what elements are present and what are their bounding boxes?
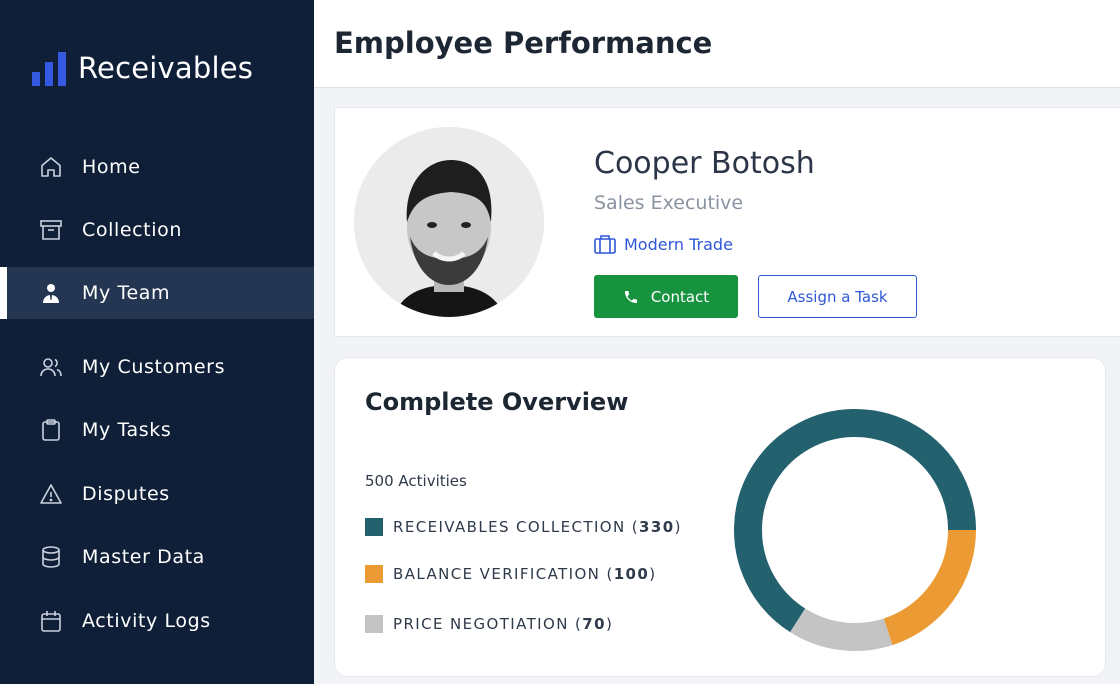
database-icon xyxy=(38,544,64,570)
sidebar-item-disputes[interactable]: Disputes xyxy=(0,468,314,520)
department-label: Modern Trade xyxy=(624,234,733,254)
home-icon xyxy=(38,154,64,180)
legend-suffix: ) xyxy=(674,518,682,536)
activities-total: 500 Activities xyxy=(365,472,467,490)
sidebar-item-label: My Customers xyxy=(82,356,226,378)
legend-swatch xyxy=(365,615,383,633)
legend-count: 330 xyxy=(639,518,675,536)
header: Employee Performance xyxy=(314,0,1120,88)
warning-triangle-icon xyxy=(38,481,64,507)
donut-slice-price-negotiation xyxy=(790,608,893,651)
overview-title: Complete Overview xyxy=(365,388,629,416)
employee-name: Cooper Botosh xyxy=(594,146,815,181)
sidebar-item-label: Collection xyxy=(82,219,182,241)
sidebar-item-label: My Tasks xyxy=(82,419,172,441)
brand[interactable]: Receivables xyxy=(32,48,253,88)
legend-label: BALANCE VERIFICATION ( xyxy=(393,565,614,583)
archive-box-icon xyxy=(38,217,64,243)
phone-icon xyxy=(624,290,637,303)
sidebar-item-my-tasks[interactable]: My Tasks xyxy=(0,404,314,456)
briefcase-icon xyxy=(594,235,616,254)
clipboard-icon xyxy=(38,417,64,443)
page-title: Employee Performance xyxy=(334,26,713,60)
legend-label: PRICE NEGOTIATION ( xyxy=(393,615,583,633)
legend-item-balance-verification: BALANCE VERIFICATION (100) xyxy=(365,565,656,583)
users-icon xyxy=(38,354,64,380)
sidebar-item-label: Home xyxy=(82,156,141,178)
team-member-icon xyxy=(38,280,64,306)
avatar xyxy=(354,127,544,317)
sidebar-item-collection[interactable]: Collection xyxy=(0,204,314,256)
sidebar: Receivables Home Collection My Team My C… xyxy=(0,0,314,684)
sidebar-item-label: Activity Logs xyxy=(82,610,211,632)
legend-count: 100 xyxy=(613,565,650,583)
sidebar-item-label: Disputes xyxy=(82,483,170,505)
donut-slice-balance-verification xyxy=(883,529,976,646)
brand-name: Receivables xyxy=(78,51,254,85)
sidebar-item-my-team[interactable]: My Team xyxy=(0,267,314,319)
overview-card: Complete Overview 500 Activities RECEIVA… xyxy=(334,357,1106,677)
sidebar-item-activity-logs[interactable]: Activity Logs xyxy=(0,595,314,647)
sidebar-item-master-data[interactable]: Master Data xyxy=(0,531,314,583)
legend-count: 70 xyxy=(582,615,606,633)
sidebar-item-home[interactable]: Home xyxy=(0,141,314,193)
legend-suffix: ) xyxy=(605,615,614,633)
contact-button[interactable]: Contact xyxy=(594,275,738,318)
sidebar-item-my-customers[interactable]: My Customers xyxy=(0,341,314,393)
assign-task-button[interactable]: Assign a Task xyxy=(758,275,917,318)
legend-suffix: ) xyxy=(649,565,657,583)
profile-card: Cooper Botosh Sales Executive Modern Tra… xyxy=(334,107,1120,337)
bar-chart-logo-icon xyxy=(32,52,66,86)
legend-swatch xyxy=(365,565,383,583)
legend-label: RECEIVABLES COLLECTION ( xyxy=(393,518,640,536)
sidebar-item-label: Master Data xyxy=(82,546,205,568)
sidebar-item-label: My Team xyxy=(82,282,171,304)
activities-donut-chart xyxy=(734,409,976,651)
legend-swatch xyxy=(365,518,383,536)
employee-role: Sales Executive xyxy=(594,192,744,214)
legend-item-price-negotiation: PRICE NEGOTIATION (70) xyxy=(365,615,613,633)
calendar-icon xyxy=(38,608,64,634)
legend-item-receivables-collection: RECEIVABLES COLLECTION (330) xyxy=(365,518,682,536)
contact-button-label: Contact xyxy=(650,287,710,306)
employee-department[interactable]: Modern Trade xyxy=(594,234,733,254)
